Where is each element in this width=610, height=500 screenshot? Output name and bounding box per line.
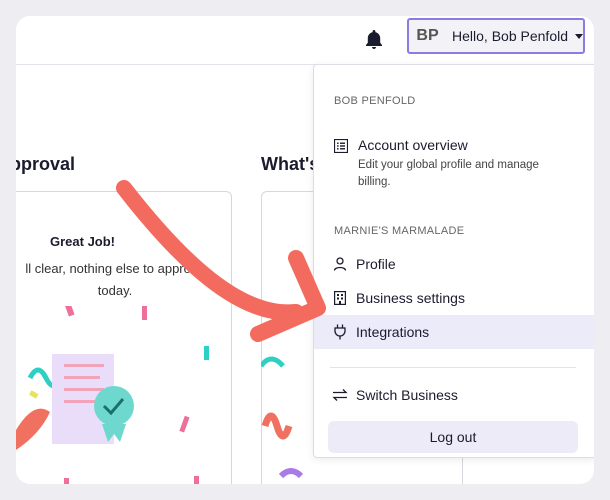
notifications-bell-icon[interactable] bbox=[362, 28, 386, 52]
user-menu-button[interactable]: BP Hello, Bob Penfold bbox=[407, 18, 585, 54]
business-section-label: MARNIE'S MARMALADE bbox=[334, 225, 465, 237]
user-greeting: Hello, Bob Penfold bbox=[452, 28, 568, 44]
menu-item-label: Switch Business bbox=[356, 387, 458, 403]
plug-icon bbox=[332, 324, 348, 340]
user-dropdown-menu: BOB PENFOLD Account overview Edit your g… bbox=[313, 64, 594, 458]
user-icon bbox=[332, 256, 348, 272]
account-overview-link[interactable]: Account overview bbox=[358, 137, 468, 153]
menu-item-profile[interactable]: Profile bbox=[314, 247, 594, 281]
account-overview-description: Edit your global profile and manage bill… bbox=[358, 159, 539, 188]
great-job-title: Great Job! bbox=[50, 234, 116, 249]
menu-item-label: Business settings bbox=[356, 290, 465, 306]
switch-arrows-icon bbox=[332, 387, 348, 403]
top-bar: BP Hello, Bob Penfold bbox=[16, 16, 594, 65]
menu-item-label: Integrations bbox=[356, 324, 430, 340]
user-section-label: BOB PENFOLD bbox=[334, 95, 416, 107]
approval-heading: pproval bbox=[16, 154, 76, 174]
menu-item-business-settings[interactable]: Business settings bbox=[314, 281, 594, 315]
chevron-down-icon bbox=[575, 33, 583, 39]
whats-illustration bbox=[261, 356, 304, 479]
avatar: BP bbox=[416, 27, 439, 44]
menu-item-label: Profile bbox=[356, 256, 396, 272]
menu-divider bbox=[330, 367, 576, 368]
list-icon bbox=[334, 139, 348, 153]
app-window: BP Hello, Bob Penfold pproval What's Gre… bbox=[16, 16, 594, 484]
whats-heading: What's bbox=[261, 154, 320, 174]
logout-button[interactable]: Log out bbox=[328, 421, 578, 453]
building-icon bbox=[332, 290, 348, 306]
celebration-illustration bbox=[16, 306, 209, 484]
menu-item-integrations[interactable]: Integrations bbox=[314, 315, 594, 349]
menu-item-switch-business[interactable]: Switch Business bbox=[314, 378, 594, 412]
approval-message: ll clear, nothing else to approve today. bbox=[25, 261, 205, 298]
